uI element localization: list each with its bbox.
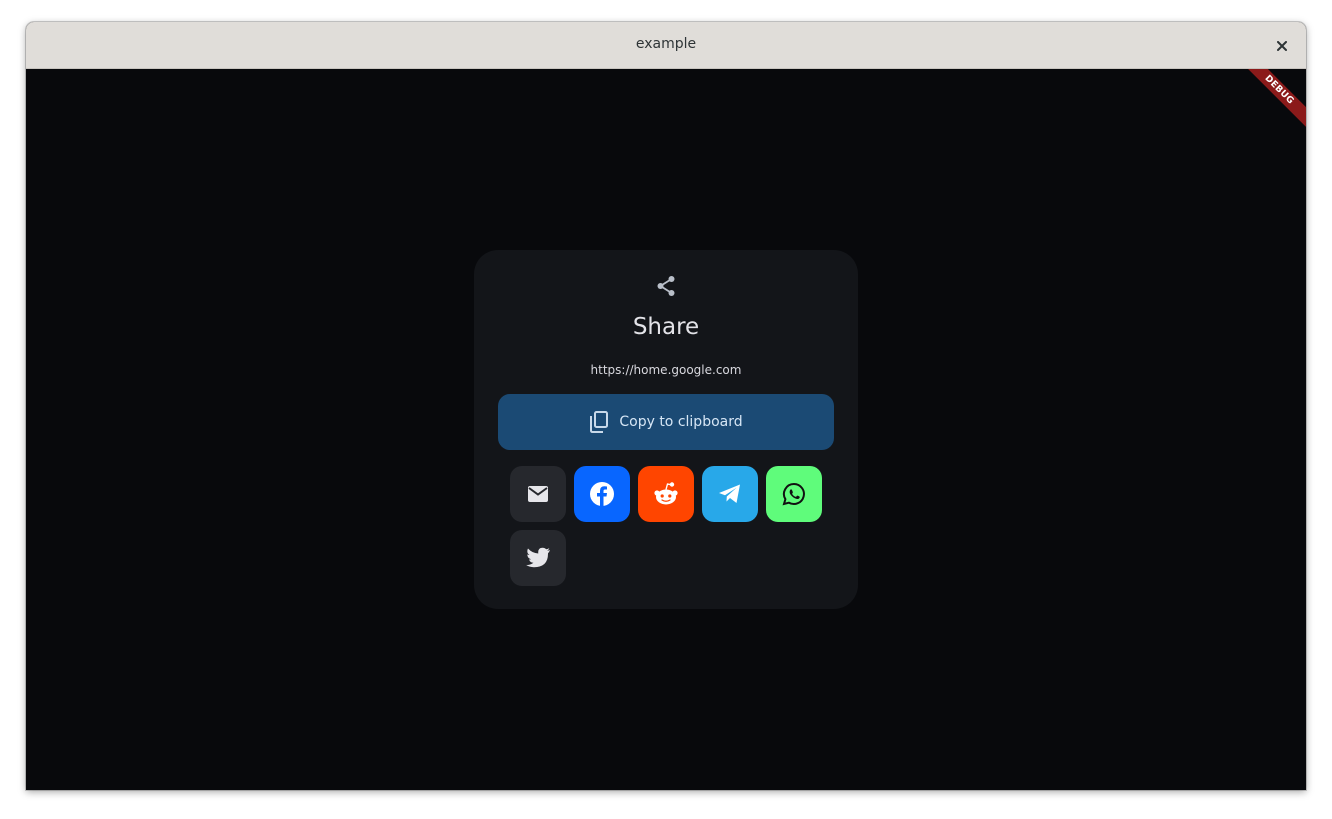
debug-banner: DEBUG: [1235, 69, 1306, 134]
share-title: Share: [632, 314, 700, 340]
email-icon: [528, 486, 548, 502]
telegram-icon: [719, 484, 740, 503]
whatsapp-icon: [782, 482, 805, 506]
twitter-icon: [526, 547, 550, 568]
app-content: DEBUG Share https://home.google.com Copy…: [26, 69, 1306, 790]
share-icon: [657, 276, 675, 296]
share-card: Share https://home.google.com Copy to cl…: [474, 250, 858, 609]
close-button[interactable]: [1270, 34, 1294, 58]
window-title: example: [635, 36, 697, 52]
reddit-share-button[interactable]: [638, 466, 694, 522]
reddit-icon: [654, 482, 678, 505]
close-icon: [1277, 41, 1287, 51]
facebook-share-button[interactable]: [574, 466, 630, 522]
copy-icon: [590, 411, 609, 433]
copy-to-clipboard-button[interactable]: Copy to clipboard: [498, 394, 834, 450]
email-share-button[interactable]: [510, 466, 566, 522]
telegram-share-button[interactable]: [702, 466, 758, 522]
facebook-icon: [590, 482, 614, 506]
whatsapp-share-button[interactable]: [766, 466, 822, 522]
share-url: https://home.google.com: [590, 363, 742, 377]
copy-button-label: Copy to clipboard: [619, 414, 743, 430]
title-bar: example: [26, 22, 1306, 69]
twitter-share-button[interactable]: [510, 530, 566, 586]
app-window: example DEBUG Share https://home.google.…: [26, 22, 1306, 790]
